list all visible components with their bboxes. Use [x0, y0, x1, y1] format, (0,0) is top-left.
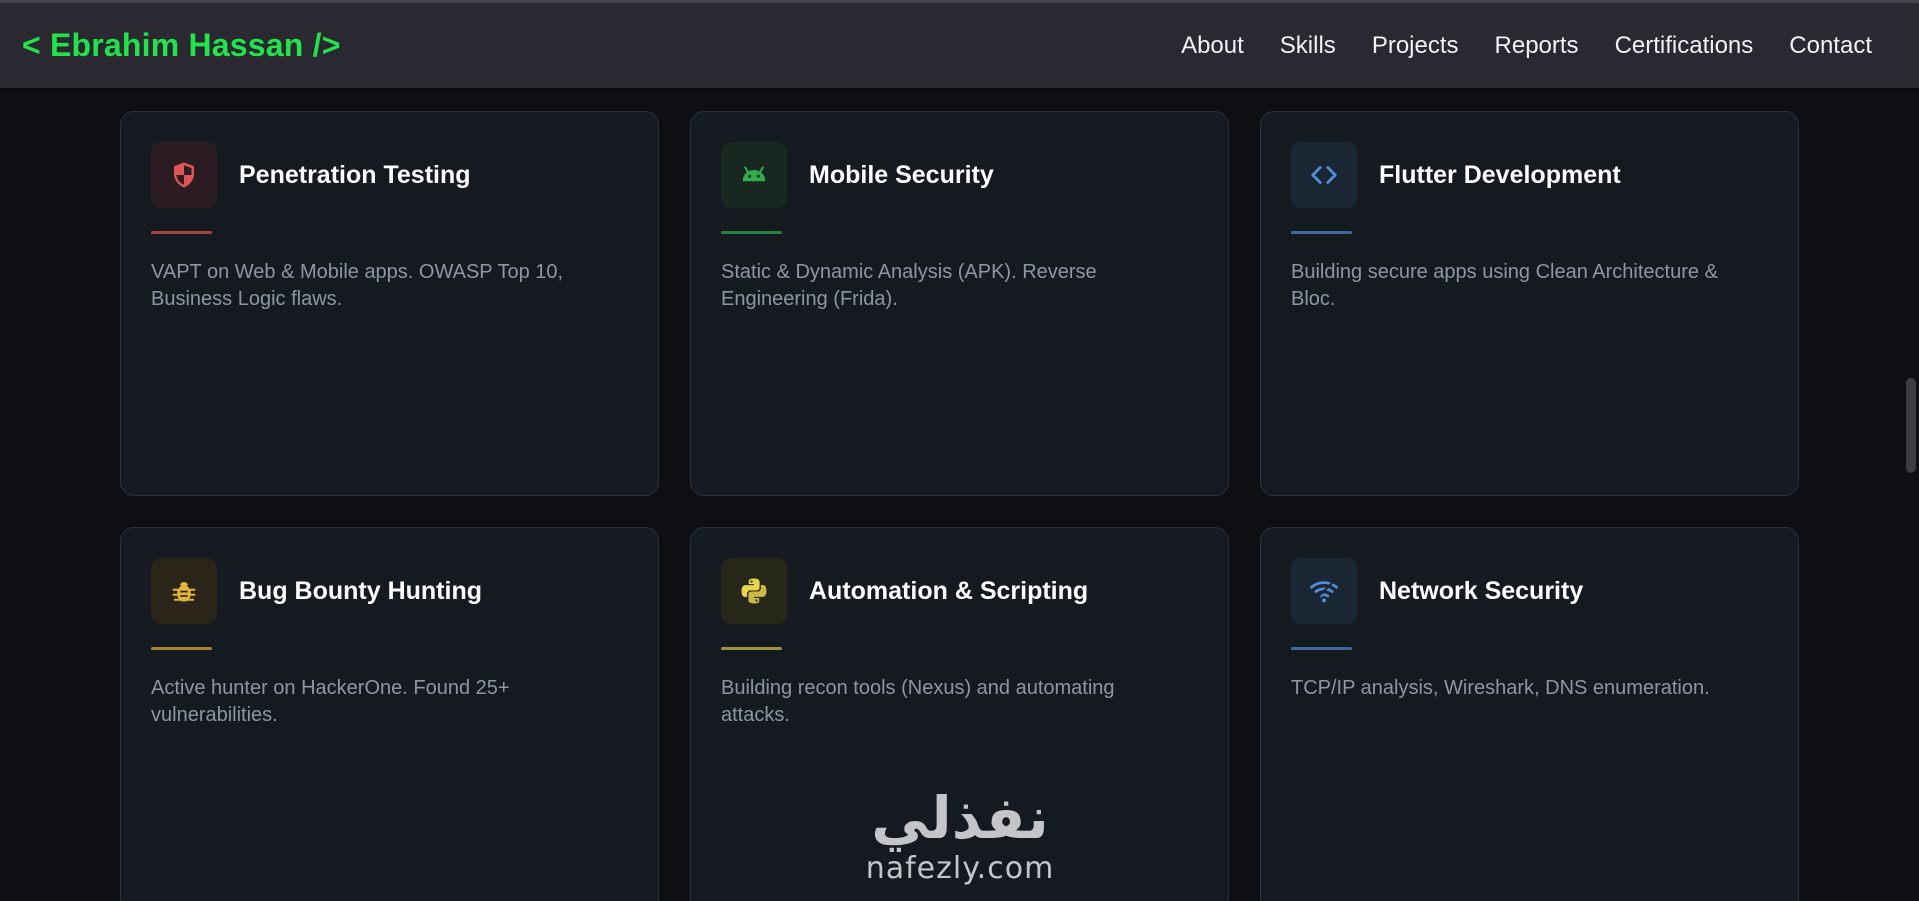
skill-card-network-security: Network Security TCP/IP analysis, Wiresh… [1260, 527, 1799, 901]
skill-card-bug-bounty-hunting: Bug Bounty Hunting Active hunter on Hack… [120, 527, 659, 901]
skill-description: Active hunter on HackerOne. Found 25+ vu… [151, 677, 510, 726]
skill-divider [1291, 647, 1352, 650]
nav-contact[interactable]: Contact [1789, 32, 1872, 60]
skill-title: Network Security [1379, 576, 1584, 605]
skill-description: Building recon tools (Nexus) and automat… [721, 677, 1115, 726]
skill-title: Automation & Scripting [809, 576, 1089, 605]
nav-about[interactable]: About [1181, 32, 1244, 60]
python-icon [721, 558, 787, 624]
nav-certifications[interactable]: Certifications [1615, 32, 1754, 60]
watermark-latin: nafezly.com [865, 851, 1055, 886]
skill-description: Building secure apps using Clean Archite… [1291, 261, 1718, 310]
nav-projects[interactable]: Projects [1372, 32, 1459, 60]
skill-divider [721, 231, 782, 234]
bug-icon [151, 558, 217, 624]
skill-divider [151, 231, 212, 234]
skill-title: Flutter Development [1379, 160, 1621, 189]
skill-description: TCP/IP analysis, Wireshark, DNS enumerat… [1291, 677, 1710, 699]
skill-title: Bug Bounty Hunting [239, 576, 482, 605]
navbar: < Ebrahim Hassan /> About Skills Project… [0, 3, 1919, 88]
skill-card-mobile-security: Mobile Security Static & Dynamic Analysi… [690, 111, 1229, 496]
skill-description: Static & Dynamic Analysis (APK). Reverse… [721, 261, 1097, 310]
skill-divider [1291, 231, 1352, 234]
code-icon [1291, 142, 1357, 208]
skills-section: Penetration Testing VAPT on Web & Mobile… [0, 88, 1919, 901]
site-logo[interactable]: < Ebrahim Hassan /> [22, 27, 341, 64]
main-nav: About Skills Projects Reports Certificat… [1181, 32, 1872, 60]
skills-grid: Penetration Testing VAPT on Web & Mobile… [120, 111, 1799, 901]
scrollbar-thumb[interactable] [1906, 378, 1916, 473]
nav-skills[interactable]: Skills [1280, 32, 1336, 60]
android-icon [721, 142, 787, 208]
shield-icon [151, 142, 217, 208]
skill-title: Mobile Security [809, 160, 994, 189]
skill-description: VAPT on Web & Mobile apps. OWASP Top 10,… [151, 261, 564, 310]
skill-divider [151, 647, 212, 650]
skill-divider [721, 647, 782, 650]
nafezly-watermark: نفذلي nafezly.com [850, 785, 1070, 901]
wifi-icon [1291, 558, 1357, 624]
nav-reports[interactable]: Reports [1495, 32, 1579, 60]
skill-card-penetration-testing: Penetration Testing VAPT on Web & Mobile… [120, 111, 659, 496]
skill-card-flutter-development: Flutter Development Building secure apps… [1260, 111, 1799, 496]
skill-title: Penetration Testing [239, 160, 471, 189]
scrollbar-track[interactable] [1899, 88, 1919, 901]
watermark-arabic: نفذلي [871, 784, 1049, 852]
